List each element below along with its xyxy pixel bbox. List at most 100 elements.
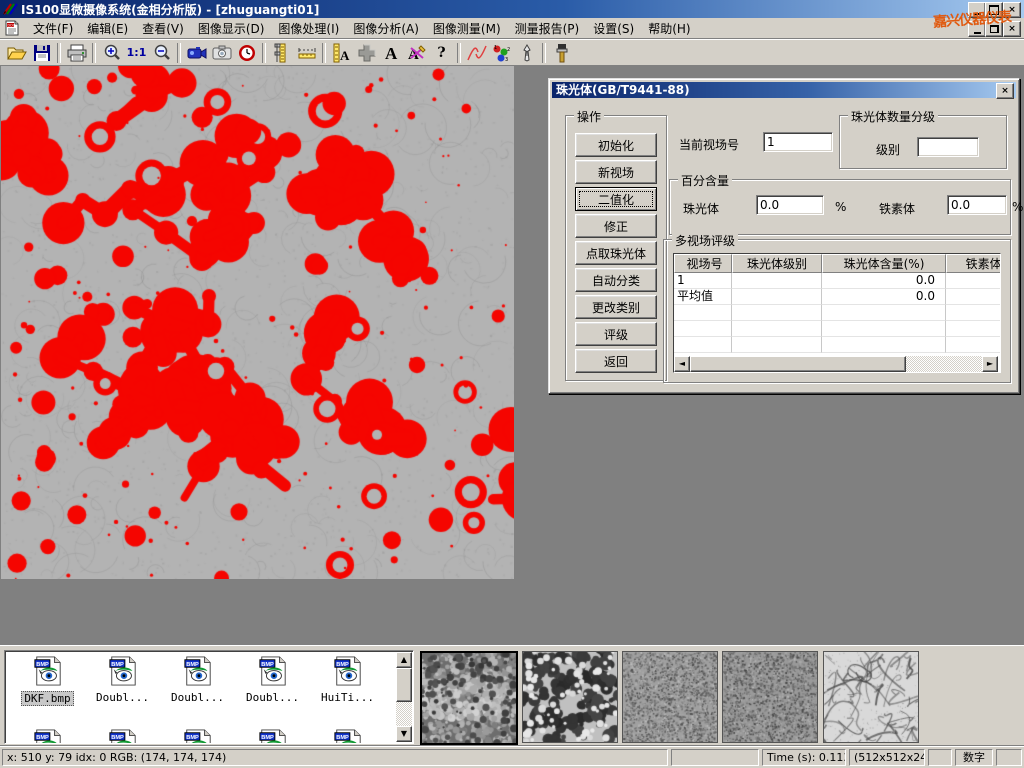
bmp-file-icon [258,729,288,744]
level-input[interactable] [917,137,979,157]
svg-text:DOC: DOC [8,24,16,28]
dialog-close-button[interactable]: × [996,83,1014,99]
menu-image-analysis[interactable]: 图像分析(A) [346,18,426,39]
scrollbar-thumb[interactable] [690,356,906,372]
menu-image-process[interactable]: 图像处理(I) [271,18,346,39]
file-item[interactable] [161,729,234,744]
status-empty-2 [928,749,952,766]
brush-button[interactable] [549,41,574,65]
ruler-measure-button[interactable] [294,41,319,65]
bmp-file-icon [183,656,213,686]
brush-icon [555,43,569,63]
open-button[interactable] [4,41,29,65]
count-marks-button[interactable]: 123 [489,41,514,65]
thumbnail-4[interactable] [722,651,818,743]
text-button[interactable]: A [379,41,404,65]
table-row[interactable]: 平均值 0.0 [674,289,1001,305]
dialog-title-bar[interactable]: 珠光体(GB/T9441-88) [552,82,1016,98]
change-class-button[interactable]: 更改类别 [575,295,657,319]
snapshot-button[interactable] [209,41,234,65]
file-list-scrollbar[interactable]: ▲ ▼ [396,652,412,742]
text-edit-button[interactable]: A [404,41,429,65]
pick-pearlite-button[interactable]: 点取珠光体 [575,241,657,265]
scroll-up-arrow[interactable]: ▲ [396,652,412,668]
file-item[interactable]: HuiTi... [311,656,384,704]
header-pearlite-level[interactable]: 珠光体级别 [732,254,822,273]
metallographic-image[interactable] [1,66,514,579]
title-bar: IS100显微摄像系统(金相分析版) - [zhuguangti01] [0,0,1024,18]
scrollbar-track[interactable] [396,702,412,726]
measure-label-icon: A [332,43,352,63]
document-icon[interactable]: DOC [4,20,20,36]
menu-edit[interactable]: 编辑(E) [80,18,135,39]
actual-size-button[interactable]: 1:1 [124,41,149,65]
file-name: HuiTi... [319,691,376,704]
pearlite-percent-input[interactable] [756,195,824,215]
thumbnail-1[interactable] [420,651,518,745]
svg-text:2: 2 [507,47,510,53]
scrollbar-track[interactable] [906,356,982,372]
header-field-no[interactable]: 视场号 [674,254,732,273]
toolbar-separator [542,43,546,63]
percent-content-label: 百分含量 [678,172,732,189]
pearlite-dialog: 珠光体(GB/T9441-88) × 操作 初始化 新视场 二值化 修正 点取珠… [548,78,1020,394]
help-button[interactable]: ? [429,41,454,65]
save-button[interactable] [29,41,54,65]
binarize-button[interactable]: 二值化 [575,187,657,211]
file-item[interactable]: Doubl... [236,656,309,704]
menu-measure-report[interactable]: 测量报告(P) [508,18,587,39]
new-field-button[interactable]: 新视场 [575,160,657,184]
scrollbar-thumb[interactable] [396,668,412,702]
scroll-right-arrow[interactable]: ► [982,356,998,372]
caliper-measure-button[interactable] [269,41,294,65]
table-header-row: 视场号 珠光体级别 珠光体含量(%) 铁素体含量(%) [674,254,1001,273]
svg-text:A: A [385,44,398,62]
toolbar-separator [92,43,96,63]
file-item[interactable]: Doubl... [161,656,234,704]
initialize-button[interactable]: 初始化 [575,133,657,157]
curve-measure-icon [466,44,488,62]
return-button[interactable]: 返回 [575,349,657,373]
header-pearlite-content[interactable]: 珠光体含量(%) [822,254,946,273]
bmp-file-icon [333,729,363,744]
correct-button[interactable]: 修正 [575,214,657,238]
table-row[interactable]: 1 0.0 [674,273,1001,289]
pen-button[interactable] [514,41,539,65]
timer-icon [238,44,256,62]
menu-image-display[interactable]: 图像显示(D) [191,18,272,39]
menu-view[interactable]: 查看(V) [135,18,191,39]
thumbnail-2[interactable] [522,651,618,743]
file-item[interactable]: DKF.bmp [11,656,84,706]
auto-measure-button[interactable]: A [329,41,354,65]
ferrite-percent-input[interactable] [947,195,1007,215]
auto-classify-button[interactable]: 自动分类 [575,268,657,292]
toolbar-separator [262,43,266,63]
thumbnail-5[interactable] [823,651,919,743]
file-item[interactable] [86,729,159,744]
zoom-out-button[interactable] [149,41,174,65]
scroll-left-arrow[interactable]: ◄ [674,356,690,372]
toolbar-separator [457,43,461,63]
table-horizontal-scrollbar[interactable]: ◄ ► [674,356,998,372]
thumbnail-3[interactable] [622,651,718,743]
header-ferrite-content[interactable]: 铁素体含量(%) [946,254,1001,273]
timer-button[interactable] [234,41,259,65]
scroll-down-arrow[interactable]: ▼ [396,726,412,742]
menu-settings[interactable]: 设置(S) [586,18,641,39]
grade-button[interactable]: 评级 [575,322,657,346]
curve-measure-button[interactable] [464,41,489,65]
video-capture-button[interactable] [184,41,209,65]
menu-help[interactable]: 帮助(H) [641,18,697,39]
current-field-input[interactable] [763,132,833,152]
move-button[interactable] [354,41,379,65]
toolbar-separator [57,43,61,63]
zoom-in-button[interactable] [99,41,124,65]
file-item[interactable] [11,729,84,744]
menu-file[interactable]: 文件(F) [26,18,80,39]
file-item[interactable]: Doubl... [86,656,159,704]
file-item[interactable] [236,729,309,744]
menu-image-measure[interactable]: 图像测量(M) [426,18,508,39]
print-button[interactable] [64,41,89,65]
file-item[interactable] [311,729,384,744]
camera-icon [212,45,232,60]
